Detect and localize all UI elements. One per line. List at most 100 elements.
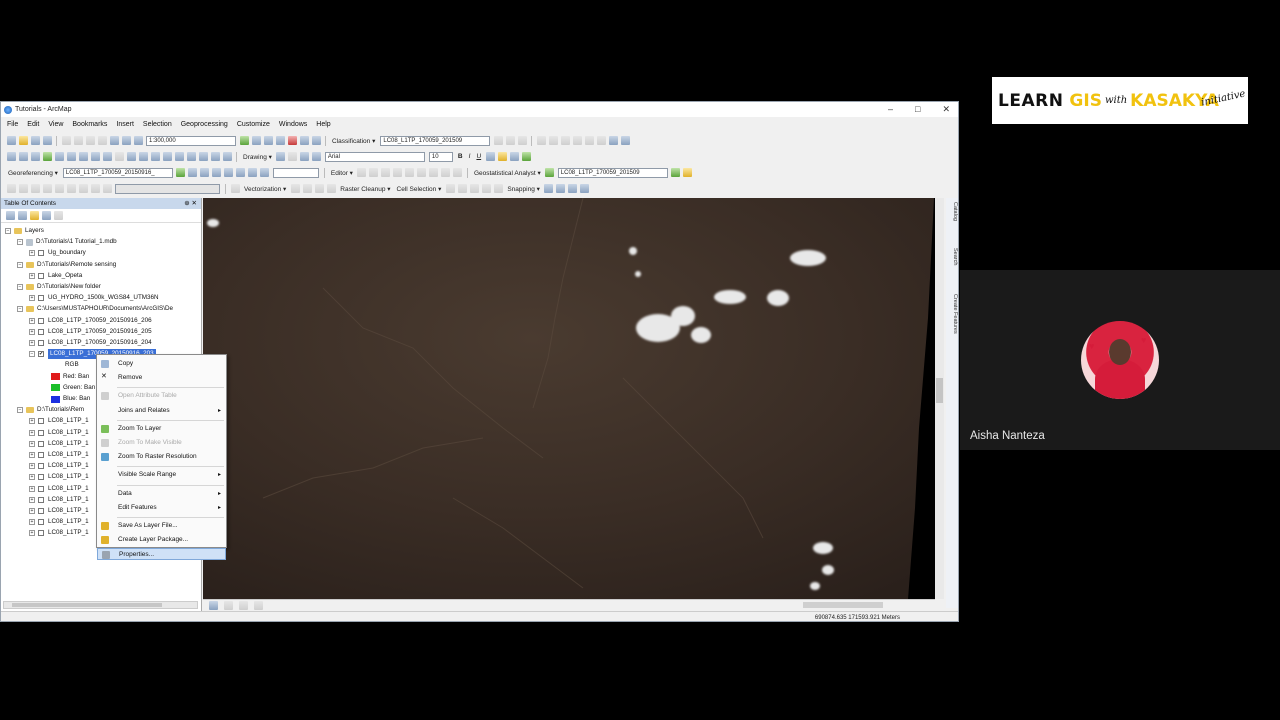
layer-checkbox[interactable] (38, 508, 44, 514)
python-icon[interactable] (299, 136, 309, 145)
redo-icon[interactable] (121, 136, 131, 145)
zoom-out-fixed-icon[interactable] (548, 136, 558, 145)
print-icon[interactable] (42, 136, 52, 145)
layer-item[interactable]: + LC08_L1TP_1 (29, 484, 89, 494)
line-icon[interactable] (42, 184, 52, 193)
expand-toggle[interactable]: + (29, 496, 35, 503)
layer-item[interactable]: + UG_HYDRO_1500k_WGS84_UTM36N (29, 293, 159, 303)
zoom-in-fixed-icon[interactable] (536, 136, 546, 145)
add-control-points-icon[interactable] (176, 168, 186, 177)
sketch-properties-icon[interactable] (441, 168, 451, 177)
geostat-layer-combo[interactable]: LC08_L1TP_170059_201509 (557, 167, 668, 178)
layer-item[interactable]: + LC08_L1TP_1 (29, 439, 89, 449)
layer-checkbox[interactable] (38, 317, 44, 324)
menu-edit[interactable]: Edit (27, 121, 39, 128)
classification-layer-combo[interactable]: LC08_L1TP_170059_201509 (380, 135, 491, 146)
collapse-toggle[interactable]: − (17, 284, 23, 290)
ctx-create-layer-package[interactable]: Create Layer Package... (97, 534, 226, 546)
cell-selection-menu[interactable]: Cell Selection ▾ (397, 185, 442, 193)
straight-segment-icon[interactable] (369, 168, 379, 177)
drawing-menu[interactable]: Drawing ▾ (243, 153, 272, 161)
vertex-icon[interactable] (78, 184, 88, 193)
layer-item[interactable]: + LC08_L1TP_1 (29, 450, 89, 460)
vector-generate-icon[interactable] (314, 184, 324, 193)
layer-item[interactable]: + LC08_L1TP_1 (29, 472, 89, 482)
menu-windows[interactable]: Windows (279, 121, 307, 128)
trace-icon[interactable] (30, 184, 40, 193)
menu-help[interactable]: Help (316, 121, 330, 128)
list-by-selection-icon[interactable] (41, 211, 51, 220)
layer-checkbox[interactable] (38, 418, 44, 425)
curve-icon[interactable] (54, 184, 64, 193)
side-tab-catalog[interactable]: Catalog (947, 202, 958, 221)
toc-group[interactable]: − D:\Tutorials\Remote sensing (17, 260, 116, 270)
zoom-out-icon[interactable] (18, 152, 28, 161)
viewer-icon[interactable] (236, 168, 246, 177)
cell-fill-icon[interactable] (481, 184, 491, 193)
ctx-copy[interactable]: Copy (97, 358, 226, 370)
layer-checkbox[interactable] (38, 328, 44, 335)
layer-item[interactable]: + LC08_L1TP_1 (29, 517, 89, 527)
layer-checkbox[interactable] (38, 496, 44, 503)
expand-toggle[interactable]: + (29, 250, 35, 257)
menu-view[interactable]: View (48, 121, 63, 128)
scale-combo[interactable]: 1:300,000 (146, 135, 236, 146)
select-features-icon[interactable] (102, 152, 112, 161)
collapse-toggle[interactable]: − (17, 261, 23, 268)
editor-toolbar-icon[interactable] (239, 136, 249, 145)
measure-line-icon[interactable] (102, 184, 112, 193)
layer-checkbox[interactable] (38, 429, 44, 436)
classification-menu[interactable]: Classification ▾ (332, 137, 375, 145)
layer-checkbox[interactable] (38, 519, 44, 526)
layout-icon[interactable] (596, 136, 606, 145)
select-elements-icon[interactable] (126, 152, 136, 161)
vectorization-menu[interactable]: Vectorization ▾ (244, 185, 286, 193)
ctx-data[interactable]: Data ▸ (97, 488, 226, 500)
vector-settings-icon[interactable] (230, 184, 240, 193)
map-display[interactable] (203, 198, 935, 599)
italic-button[interactable]: I (469, 153, 471, 160)
toc-group[interactable]: − D:\Tutorials\1 Tutorial_1.mdb (17, 237, 117, 247)
editor-menu[interactable]: Editor ▾ (331, 169, 353, 177)
hyperlink-icon[interactable] (150, 152, 160, 161)
geostatistical-analyst-menu[interactable]: Geostatistical Analyst ▾ (474, 169, 541, 177)
bold-button[interactable]: B (458, 153, 463, 160)
menu-file[interactable]: File (7, 121, 18, 128)
expand-toggle[interactable]: + (29, 429, 35, 436)
expand-toggle[interactable]: + (29, 418, 35, 425)
fill-color-icon[interactable] (497, 152, 507, 161)
layer-checkbox[interactable] (38, 272, 44, 279)
font-name-combo[interactable]: Arial (324, 151, 425, 162)
layout-view-icon[interactable] (223, 601, 233, 610)
layer-checkbox[interactable] (38, 340, 44, 346)
paste-icon[interactable] (85, 136, 95, 145)
select-connected-icon[interactable] (445, 184, 455, 193)
menu-insert[interactable]: Insert (116, 121, 134, 128)
open-icon[interactable] (18, 136, 28, 145)
expand-toggle[interactable]: + (29, 530, 35, 537)
split-icon[interactable] (417, 168, 427, 177)
forward-icon[interactable] (90, 152, 100, 161)
layer-checkbox[interactable] (38, 250, 44, 257)
ctx-edit-features[interactable]: Edit Features ▸ (97, 502, 226, 514)
vector-trace-between-icon[interactable] (302, 184, 312, 193)
close-button[interactable]: ✕ (942, 102, 950, 117)
toc-root[interactable]: − Layers (5, 226, 44, 236)
list-by-source-icon[interactable] (17, 211, 27, 220)
layer-item[interactable]: + Ug_boundary (29, 248, 86, 258)
text-tool-icon[interactable] (312, 152, 322, 161)
expand-toggle[interactable]: + (29, 440, 35, 447)
cut-polygon-icon[interactable] (405, 168, 415, 177)
layer-checkbox[interactable] (38, 474, 44, 481)
expand-toggle[interactable]: + (29, 452, 35, 458)
cell-brush-icon[interactable] (493, 184, 503, 193)
identify-icon[interactable] (138, 152, 148, 161)
collapse-toggle[interactable]: − (17, 407, 23, 414)
collapse-toggle[interactable]: − (5, 228, 11, 234)
clear-selection-icon[interactable] (114, 152, 124, 161)
interactive-select-icon[interactable] (457, 184, 467, 193)
create-features-icon[interactable] (453, 168, 463, 177)
previous-extent-icon[interactable] (572, 136, 582, 145)
view-link-table-icon[interactable] (224, 168, 234, 177)
vertex-snapping-icon[interactable] (568, 184, 578, 193)
